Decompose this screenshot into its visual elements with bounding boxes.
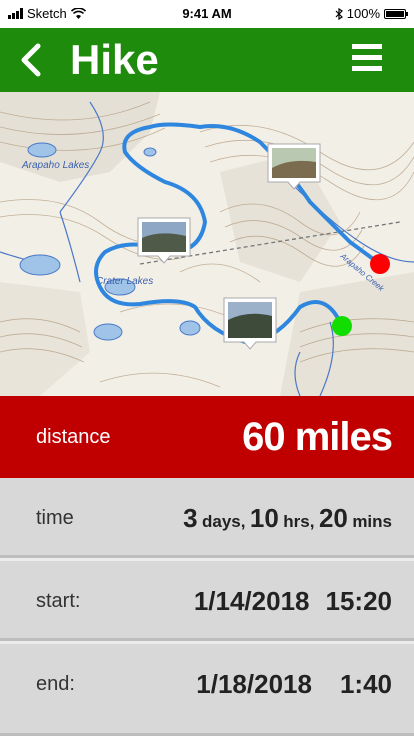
end-value: 1/18/2018 1:40	[196, 644, 392, 729]
photo-marker-1[interactable]	[267, 143, 321, 190]
distance-label: distance	[36, 426, 111, 448]
time-row: time 3 days, 10 hrs, 20 mins	[0, 478, 414, 558]
start-clock: 15:20	[325, 586, 393, 616]
app-header: Hike	[0, 28, 414, 92]
time-mins-unit: mins	[352, 512, 392, 531]
route-map[interactable]: Arapaho Lakes Crater Lakes Arapaho Creek	[0, 92, 414, 396]
time-hours: 10	[249, 503, 279, 533]
status-right: 100%	[335, 6, 408, 21]
start-row: start: 1/14/2018 15:20	[0, 561, 414, 641]
battery-percent: 100%	[346, 6, 380, 21]
menu-button[interactable]	[352, 44, 382, 74]
page-title: Hike	[70, 36, 159, 83]
distance-banner: distance 60 miles	[0, 396, 414, 478]
end-date: 1/18/2018	[196, 669, 312, 699]
distance-value: 60 miles	[242, 415, 393, 459]
photo-marker-3[interactable]	[223, 297, 277, 350]
end-marker[interactable]	[370, 254, 390, 274]
topo-map: Arapaho Lakes Crater Lakes Arapaho Creek	[0, 92, 414, 396]
time-hours-unit: hrs,	[283, 512, 315, 531]
bluetooth-icon	[335, 7, 343, 20]
start-date: 1/14/2018	[193, 586, 310, 616]
time-days: 3	[183, 503, 198, 533]
photo-marker-2[interactable]	[137, 217, 191, 264]
map-label-crater-lakes: Crater Lakes	[96, 276, 153, 287]
time-label: time	[36, 507, 74, 529]
back-button[interactable]	[16, 38, 56, 82]
map-label-arapaho-lakes: Arapaho Lakes	[21, 160, 89, 171]
end-row: end: 1/18/2018 1:40	[0, 644, 414, 736]
end-label: end:	[36, 673, 75, 695]
time-mins: 20	[318, 503, 348, 533]
time-days-unit: days,	[201, 512, 246, 531]
time-value: 3 days, 10 hrs, 20 mins	[183, 478, 392, 563]
hamburger-menu-icon	[352, 44, 382, 71]
status-bar: Sketch 9:41 AM 100%	[0, 0, 414, 28]
start-marker[interactable]	[332, 316, 352, 336]
start-label: start:	[36, 590, 81, 612]
start-value: 1/14/2018 15:20	[194, 561, 392, 646]
chevron-left-icon	[21, 43, 41, 77]
battery-icon	[384, 8, 408, 19]
end-clock: 1:40	[339, 669, 392, 699]
